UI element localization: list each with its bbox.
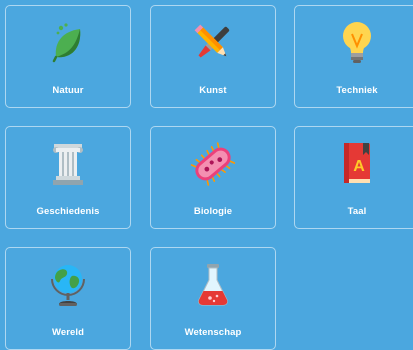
bacterium-icon xyxy=(151,139,275,189)
category-tile-biologie[interactable]: Biologie xyxy=(150,126,276,229)
lightbulb-icon xyxy=(295,18,413,68)
category-label: Techniek xyxy=(336,85,378,96)
category-label: Biologie xyxy=(193,206,233,217)
svg-text:A: A xyxy=(353,158,365,175)
category-tile-wereld[interactable]: Wereld xyxy=(5,247,131,350)
pencil-brush-icon xyxy=(151,18,275,68)
category-tile-kunst[interactable]: Kunst xyxy=(150,5,276,108)
category-tile-natuur[interactable]: Natuur xyxy=(5,5,131,108)
category-label: Kunst xyxy=(199,85,227,96)
category-tile-wetenschap[interactable]: Wetenschap xyxy=(150,247,276,350)
category-label: Taal xyxy=(347,206,367,217)
category-label: Natuur xyxy=(52,85,84,96)
globe-icon xyxy=(6,260,130,310)
category-tile-techniek[interactable]: Techniek xyxy=(294,5,413,108)
category-tile-taal[interactable]: A Taal xyxy=(294,126,413,229)
category-label: Wereld xyxy=(51,327,85,338)
category-label: Wetenschap xyxy=(184,327,242,338)
column-icon xyxy=(6,139,130,189)
category-label: Geschiedenis xyxy=(36,206,100,217)
book-icon: A xyxy=(295,139,413,189)
leaf-icon xyxy=(6,18,130,68)
category-grid: Natuur Kunst Techniek Geschiedenis Biolo… xyxy=(0,0,413,350)
category-tile-geschiedenis[interactable]: Geschiedenis xyxy=(5,126,131,229)
flask-icon xyxy=(151,260,275,310)
